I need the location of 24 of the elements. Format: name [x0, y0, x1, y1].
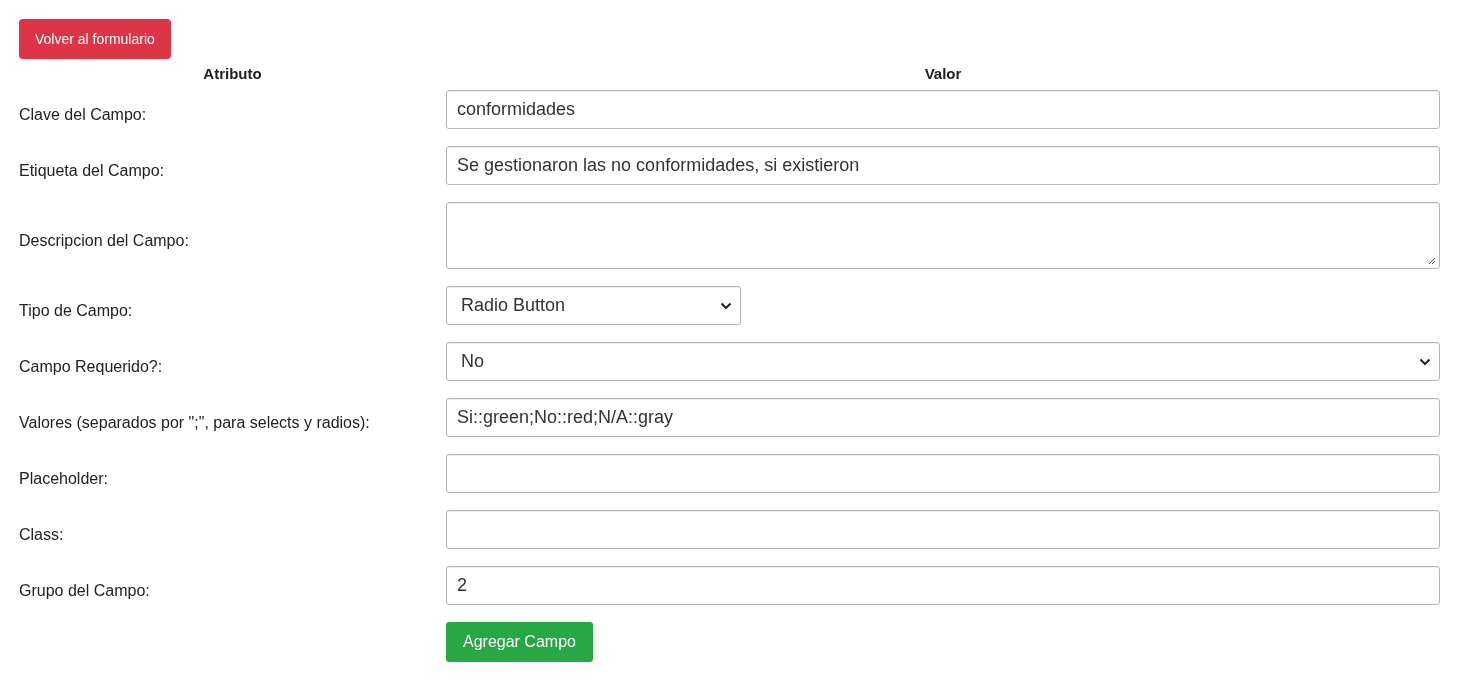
column-header: Valor [923, 65, 963, 84]
field-label: Descripcion del Campo: [19, 231, 190, 251]
textarea-field[interactable] [446, 202, 1440, 269]
dropdown[interactable]: No [446, 342, 1440, 381]
input-field[interactable]: conformidades [446, 90, 1440, 129]
field-label: Valores (separados por ";", para selects y radios): [19, 413, 371, 433]
field-label: Placeholder: [19, 469, 109, 489]
dropdown[interactable]: Radio Button [446, 286, 741, 325]
input-field[interactable]: 2 [446, 566, 1440, 605]
input-field[interactable] [446, 454, 1440, 493]
column-header: Atributo [202, 65, 263, 84]
input-field[interactable]: Si::green;No::red;N/A::gray [446, 398, 1440, 437]
input-field[interactable]: Se gestionaron las no conformidades, si existieron [446, 146, 1440, 185]
field-label: Class: [19, 525, 65, 545]
input-field[interactable] [446, 510, 1440, 549]
resize-grip-icon[interactable] [1428, 257, 1436, 265]
field-label: Clave del Campo: [19, 105, 148, 125]
field-label: Etiqueta del Campo: [19, 161, 165, 181]
back-button[interactable]: Volver al formulario [19, 19, 171, 59]
chevron-down-icon [720, 301, 732, 310]
field-label: Tipo de Campo: [19, 301, 134, 321]
field-label: Campo Requerido?: [19, 357, 164, 377]
chevron-down-icon [1419, 357, 1431, 366]
field-label: Grupo del Campo: [19, 581, 151, 601]
